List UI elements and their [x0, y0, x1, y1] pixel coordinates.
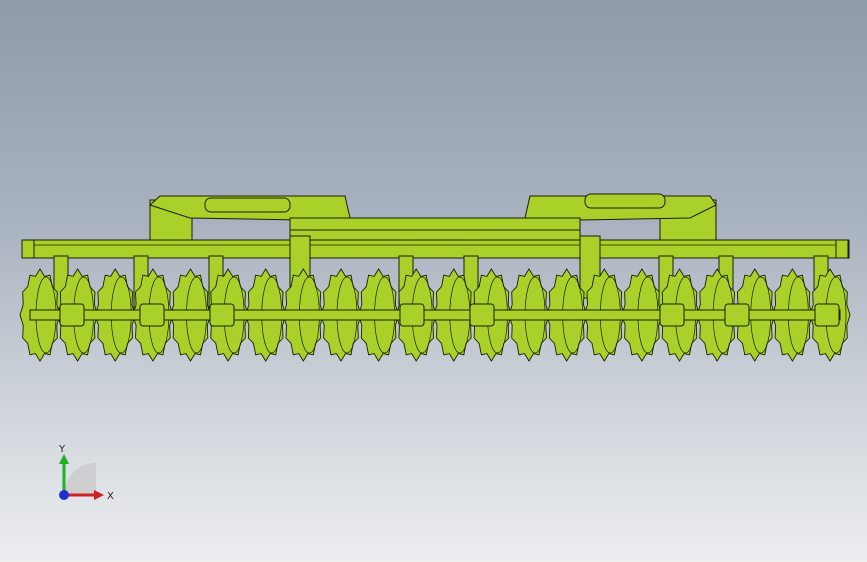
triad-plane-icon — [64, 463, 96, 495]
bearing-block-6 — [659, 303, 685, 327]
main-beam-endcap-left — [21, 239, 35, 259]
axis-triad: Y X — [58, 444, 114, 502]
main-beam — [21, 239, 850, 259]
x-axis-label: X — [107, 491, 114, 502]
bearing-block-8 — [814, 303, 840, 327]
left-hydraulic-cylinder — [204, 197, 291, 213]
cad-viewport[interactable]: Y X — [0, 0, 867, 562]
bearing-block-1 — [59, 303, 85, 327]
bearing-block-5 — [469, 303, 495, 327]
y-axis-arrowhead-icon — [59, 454, 69, 464]
main-beam-endcap-right — [835, 239, 849, 259]
right-hydraulic-cylinder — [584, 193, 666, 209]
disc-harrow-model[interactable] — [0, 0, 867, 562]
x-axis-arrowhead-icon — [94, 490, 104, 500]
center-crossbeam-lower — [289, 229, 581, 241]
z-axis-dot-icon — [59, 490, 69, 500]
bearing-block-7 — [724, 303, 750, 327]
y-axis-label: Y — [58, 444, 66, 455]
bearing-block-2 — [139, 303, 165, 327]
bearing-block-4 — [399, 303, 425, 327]
bearing-block-3 — [209, 303, 235, 327]
